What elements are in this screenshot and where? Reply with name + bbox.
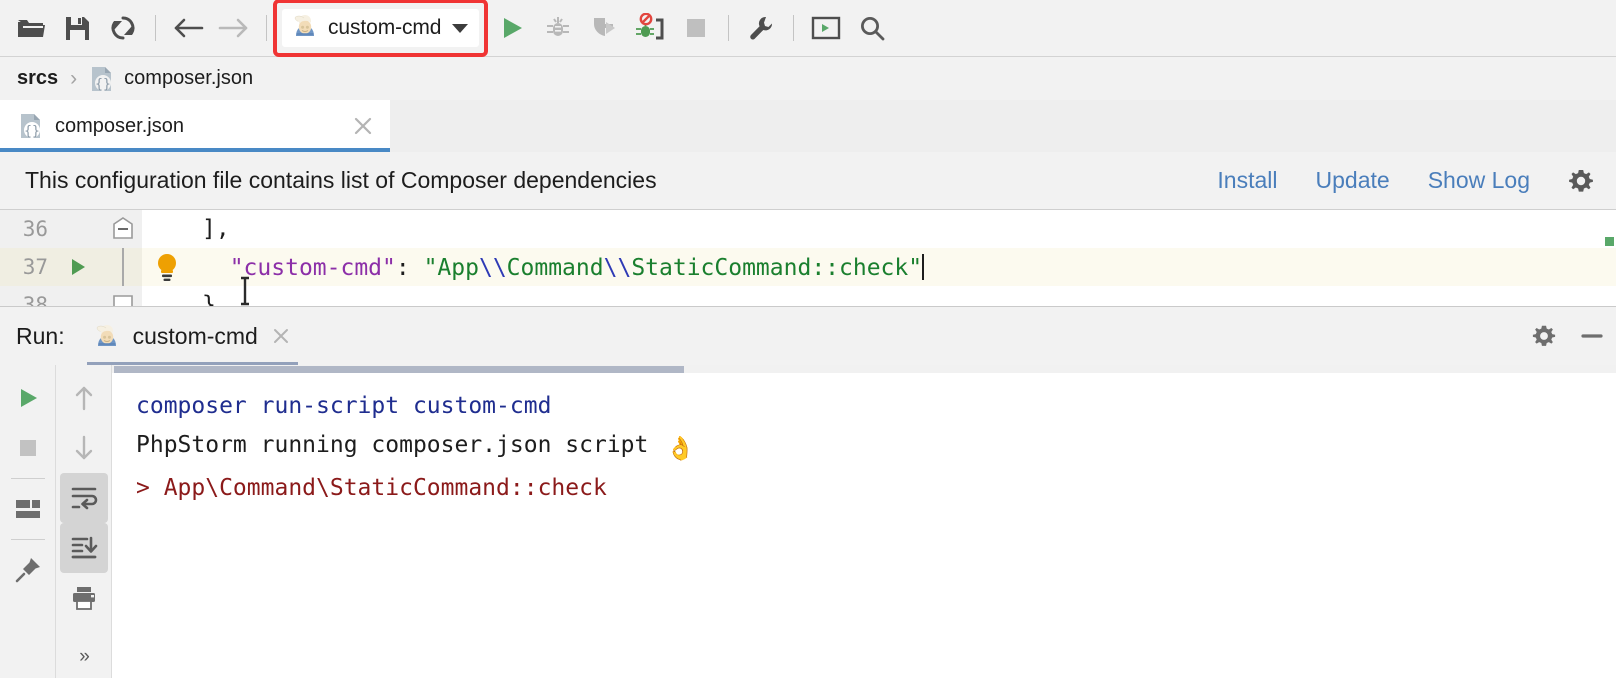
console-actions-column: » [56,365,112,678]
run-tab-label: custom-cmd [132,322,258,349]
forward-arrow-icon [211,6,257,50]
breadcrumb-root[interactable]: srcs [17,67,58,90]
mouse-cursor-ibeam [236,276,254,311]
minimize-icon[interactable] [1568,312,1616,360]
composer-icon [93,322,121,350]
terminal-icon[interactable] [803,6,849,50]
run-tab-custom-cmd[interactable]: custom-cmd [86,307,299,365]
line-number: 37 [0,248,52,286]
toolbar-divider-3 [728,15,730,41]
notification-message: This configuration file contains list of… [25,167,657,193]
chevron-down-icon[interactable] [452,23,469,33]
svg-text:{}: {} [24,124,40,139]
editor-tab-bar: {} composer.json [0,100,1616,152]
run-icon[interactable] [489,6,535,50]
sidebar-divider [10,478,45,479]
run-panel-title: Run: [16,322,65,349]
rerun-icon[interactable] [4,373,52,423]
json-file-icon: {} [18,112,44,140]
editor-change-marker [1605,237,1614,246]
console-line-output: PhpStorm running composer.json script 👌 [136,426,1616,469]
run-tool-header: Run: custom-cmd [0,307,1616,365]
sync-icon[interactable] [100,6,146,50]
gutter-run-slot [52,210,104,248]
tab-label: composer.json [55,114,184,137]
run-configuration-label: custom-cmd [328,16,442,39]
code-line-36: 36 ], [0,210,1616,248]
gutter-run-slot [52,286,104,306]
console-horizontal-scrollbar[interactable] [112,365,1616,373]
gear-icon[interactable] [1520,312,1568,360]
breadcrumb: srcs › {} composer.json [0,56,1616,100]
gutter-bulb-slot [142,210,192,248]
scrollbar-thumb[interactable] [114,366,684,373]
down-arrow-icon [60,423,108,473]
ok-hand-emoji: 👌 [666,436,695,462]
run-with-coverage-icon [581,6,627,50]
stop-debugger-icon[interactable] [627,6,673,50]
run-actions-column [0,365,56,678]
pin-icon[interactable] [4,545,52,595]
console-line-command: composer run-script custom-cmd [136,393,552,419]
up-arrow-icon [60,373,108,423]
sidebar-divider-2 [10,539,45,540]
code-line-38-text: } [202,292,216,306]
update-link[interactable]: Update [1316,167,1390,194]
main-toolbar: custom-cmd [0,0,1616,57]
back-arrow-icon[interactable] [165,6,211,50]
console-output[interactable]: composer run-script custom-cmd PhpStorm … [112,365,1616,678]
stop-icon [4,423,52,473]
fold-collapse-end-icon[interactable] [104,286,142,306]
settings-wrench-icon[interactable] [738,6,784,50]
composer-notification-bar: This configuration file contains list of… [0,152,1616,210]
run-tool-body: » composer run-script custom-cmd PhpStor… [0,365,1616,678]
close-icon[interactable] [350,113,376,139]
search-icon[interactable] [849,6,895,50]
soft-wrap-icon[interactable] [59,473,108,523]
toolbar-divider [155,15,156,41]
fold-collapse-icon[interactable] [104,210,142,248]
toolbar-divider-4 [793,15,795,41]
breadcrumb-separator: › [70,66,78,90]
console-line-error: > App\Command\StaticCommand::check [136,475,607,501]
phpstorm-window: custom-cmd srcs › {} composer.json {} co… [0,0,1616,678]
debug-icon [535,6,581,50]
show-log-link[interactable]: Show Log [1428,167,1530,194]
save-icon[interactable] [54,6,100,50]
gutter-bulb-slot [142,286,192,306]
intention-bulb-icon[interactable] [142,248,192,286]
stop-icon [673,6,719,50]
print-icon[interactable] [60,573,108,623]
console-output-text: PhpStorm running composer.json script [136,432,663,458]
tab-composer-json[interactable]: {} composer.json [0,100,390,152]
run-line-icon[interactable] [52,248,104,286]
run-tool-window: Run: custom-cmd » composer run-script cu… [0,306,1616,678]
more-actions-button[interactable]: » [79,646,89,678]
text-caret [922,253,925,280]
close-icon[interactable] [270,325,292,347]
code-line-36-text: ], [202,216,230,242]
toolbar-divider-2 [266,15,267,41]
run-configuration-selector[interactable]: custom-cmd [273,0,489,57]
line-number: 36 [0,210,52,248]
svg-text:{}: {} [95,77,111,92]
breadcrumb-file[interactable]: composer.json [124,67,253,90]
gear-icon[interactable] [1566,166,1596,196]
open-folder-icon[interactable] [8,6,54,50]
install-link[interactable]: Install [1217,167,1277,194]
line-number: 38 [0,286,52,306]
fold-line-marker [104,248,142,286]
composer-icon [291,12,319,45]
code-line-37-text: "custom-cmd": "App\\Command\\StaticComma… [229,253,925,281]
scroll-to-end-icon[interactable] [59,523,108,573]
layout-icon[interactable] [4,484,52,534]
json-file-icon: {} [89,65,115,93]
